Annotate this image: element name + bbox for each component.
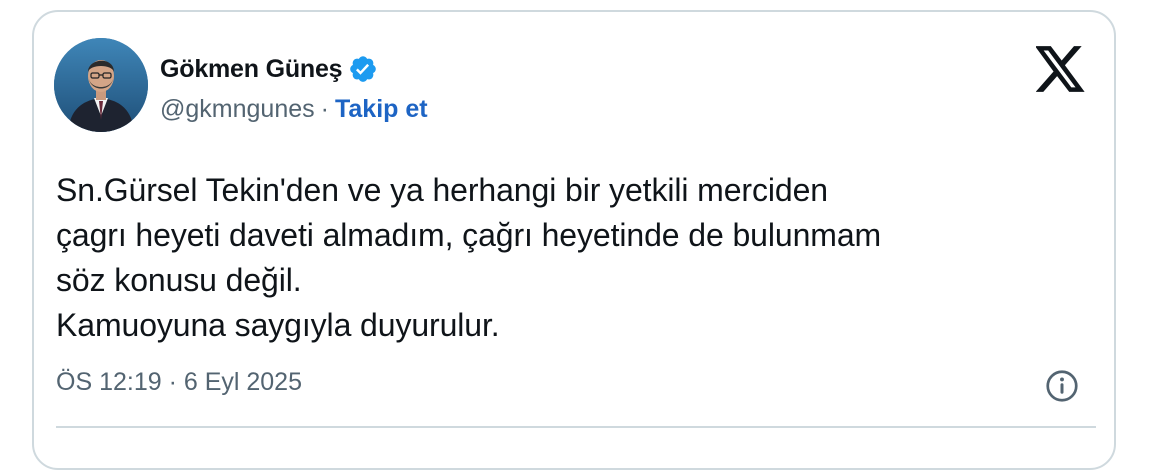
avatar-portrait [54, 38, 148, 132]
verified-badge-icon [348, 54, 378, 84]
avatar[interactable] [54, 38, 148, 132]
author-handle-row: @gkmngunes · Takip et [160, 92, 428, 126]
tweet-timestamp[interactable]: ÖS 12:19 · 6 Eyl 2025 [56, 368, 302, 397]
tweet-text: Sn.Gürsel Tekin'den ve ya herhangi bir y… [56, 168, 1096, 348]
separator-dot: · [320, 94, 329, 123]
author-name[interactable]: Gökmen Güneş [160, 55, 343, 84]
tweet-card: Gökmen Güneş @gkmngunes · Takip et Sn.Gü… [32, 10, 1116, 470]
tweet-line: Kamuoyuna saygıyla duyurulur. [56, 307, 500, 343]
tweet-line: söz konusu değil. [56, 262, 302, 298]
tweet-line: çagrı heyeti daveti almadım, çağrı heyet… [56, 217, 882, 253]
info-icon[interactable] [1044, 368, 1080, 404]
author-name-row: Gökmen Güneş [160, 52, 378, 86]
tweet-line: Sn.Gürsel Tekin'den ve ya herhangi bir y… [56, 172, 828, 208]
follow-button[interactable]: Takip et [335, 95, 428, 124]
x-logo-icon[interactable] [1034, 46, 1086, 92]
divider [56, 426, 1096, 428]
author-handle[interactable]: @gkmngunes [160, 95, 315, 124]
